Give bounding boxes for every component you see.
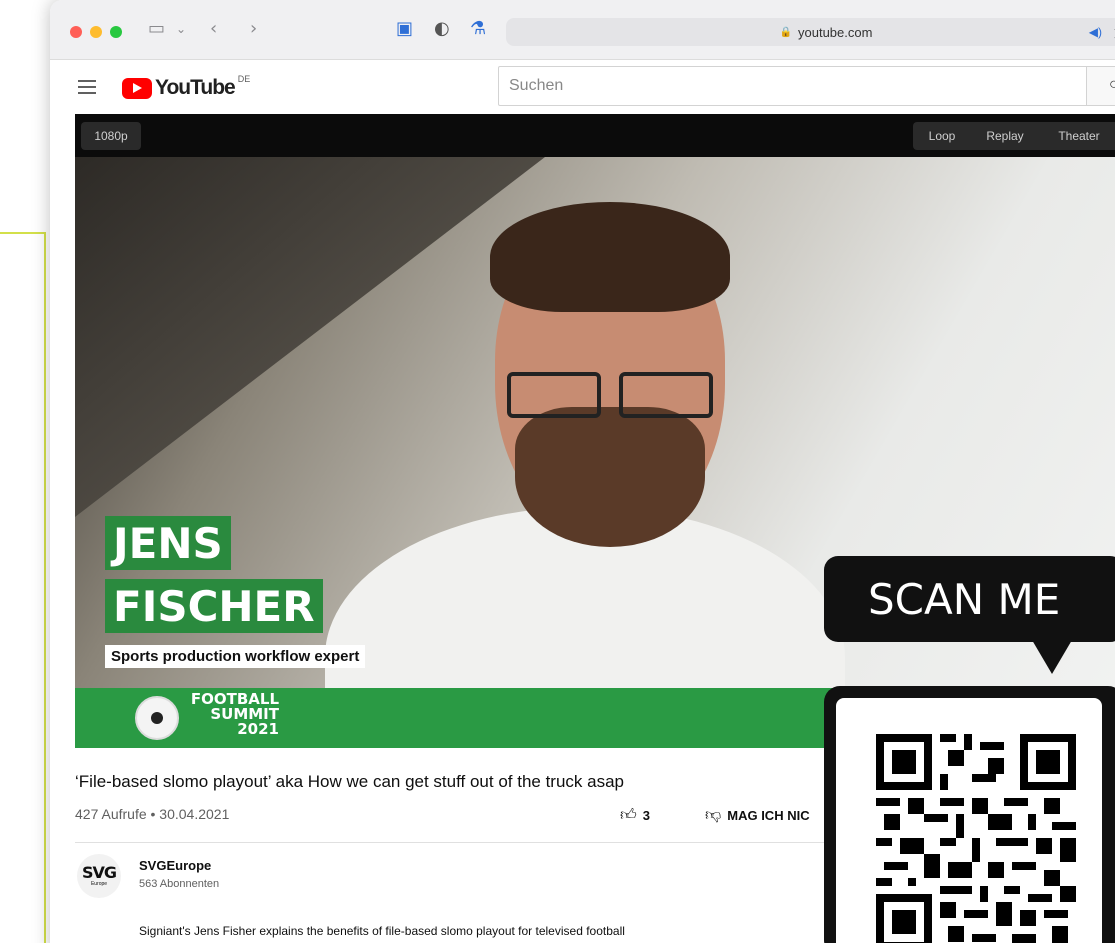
speaker-beard (515, 407, 705, 547)
event-logo-text: FOOTBALL SUMMIT 2021 (179, 692, 279, 737)
qr-code-background (836, 698, 1102, 943)
video-description: Signiant's Jens Fisher explains the bene… (139, 924, 625, 938)
search-input[interactable]: Suchen (498, 66, 1088, 106)
theater-button[interactable]: Theater (1039, 122, 1115, 150)
lock-icon: 🔒 (779, 26, 792, 38)
youtube-header: YouTube DE Suchen ○ (50, 60, 1115, 114)
football-icon (135, 696, 179, 740)
qr-code-frame (824, 686, 1115, 943)
thumbs-up-icon: 👍︎ (620, 807, 637, 824)
channel-avatar[interactable]: SVG Europe (77, 854, 121, 898)
speaker-glasses (507, 372, 713, 418)
dislike-button[interactable]: 👎︎ MAG ICH NIC (705, 806, 810, 825)
replay-button[interactable]: Replay (971, 122, 1039, 150)
search-button[interactable]: ○ (1086, 66, 1115, 106)
speaker-icon[interactable]: ◀) (1089, 25, 1102, 39)
like-count: 3 (642, 808, 650, 823)
video-player[interactable]: 1080p Loop Replay Theater JENS FISCHER S… (75, 114, 1115, 748)
lime-frame-decoration (0, 232, 46, 943)
scan-me-arrow (1032, 640, 1072, 674)
menu-icon[interactable] (78, 80, 96, 94)
youtube-logo[interactable]: YouTube DE (122, 74, 251, 100)
loop-button[interactable]: Loop (913, 122, 971, 150)
event-line-3: 2021 (237, 720, 279, 738)
qr-code[interactable] (876, 732, 1076, 943)
url-text: youtube.com (798, 24, 873, 40)
video-frame[interactable]: JENS FISCHER Sports production workflow … (75, 157, 1115, 748)
back-icon[interactable]: ‹ (210, 18, 217, 40)
zoom-window-button[interactable] (110, 26, 122, 38)
like-button[interactable]: 👍︎ 3 (620, 806, 650, 825)
subscriber-count: 563 Abonnenten (139, 878, 220, 890)
chevron-down-icon[interactable]: ⌄ (176, 18, 186, 40)
bottle-icon[interactable]: ⚗ (470, 18, 486, 40)
region-badge: DE (237, 74, 251, 84)
channel-name[interactable]: SVGEurope (139, 858, 211, 873)
browser-toolbar: ▭ ⌄ ‹ › ▣ ◐ ⚗ 🔒 youtube.com ◀) 文 ↻ (50, 0, 1115, 60)
shield-icon[interactable]: ◐ (434, 18, 450, 40)
youtube-play-icon (122, 77, 152, 99)
thumbs-down-icon: 👎︎ (705, 807, 722, 824)
screen: ▭ ⌄ ‹ › ▣ ◐ ⚗ 🔒 youtube.com ◀) 文 ↻ YouTu… (0, 0, 1115, 943)
minimize-window-button[interactable] (90, 26, 102, 38)
divider (75, 842, 835, 843)
scan-me-banner: SCAN ME (824, 556, 1115, 642)
lower-third-first-name: JENS (105, 516, 231, 570)
extension-icon[interactable]: ▣ (396, 18, 413, 40)
player-top-bar: 1080p Loop Replay Theater (75, 114, 1115, 157)
sidebar-icon[interactable]: ▭ (148, 18, 165, 40)
video-title: ‘File-based slomo playout’ aka How we ca… (75, 772, 625, 791)
channel-logo-text: SVG (81, 863, 117, 882)
lower-third-last-name: FISCHER (105, 579, 323, 633)
quality-badge[interactable]: 1080p (81, 122, 141, 150)
wall-shadow (75, 157, 545, 517)
youtube-wordmark: YouTube (155, 76, 236, 99)
speaker-hair (490, 202, 730, 312)
search-icon: ○ (1109, 76, 1115, 93)
channel-logo-sub: Europe (90, 881, 108, 887)
dislike-label: MAG ICH NIC (727, 808, 810, 823)
address-bar[interactable]: 🔒 youtube.com ◀) 文 ↻ (506, 18, 1115, 46)
close-window-button[interactable] (70, 26, 82, 38)
search-placeholder: Suchen (509, 77, 564, 94)
lower-third-role: Sports production workflow expert (105, 645, 366, 668)
forward-icon[interactable]: › (250, 18, 257, 40)
video-meta: 427 Aufrufe • 30.04.2021 (75, 806, 230, 822)
